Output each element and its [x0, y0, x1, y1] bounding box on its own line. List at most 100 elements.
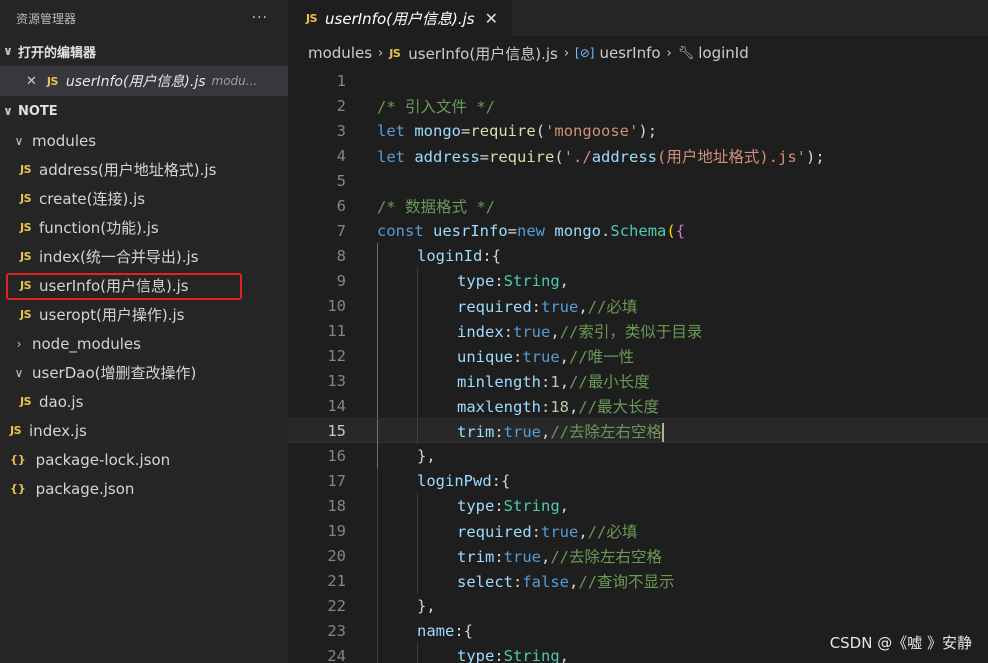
tree-file[interactable]: JS index(统一合并导出).js	[0, 242, 288, 271]
code-text: required:true,//必填	[457, 522, 638, 541]
js-file-icon: JS	[20, 163, 32, 176]
chevron-right-icon: ›	[378, 45, 384, 61]
code-text: trim:true,//去除左右空格	[457, 422, 665, 442]
code-line[interactable]: 1	[288, 68, 988, 93]
code-line[interactable]: 2 /* 引入文件 */	[288, 93, 988, 118]
indent-guide	[417, 393, 418, 418]
open-editor-item[interactable]: ✕ JS userInfo(用户信息).js modu...	[0, 66, 288, 96]
code-text: /* 引入文件 */	[377, 97, 495, 116]
explorer-header: 资源管理器 ···	[0, 0, 288, 36]
indent-guide	[417, 643, 418, 663]
tree-item-label: modules	[32, 131, 97, 150]
indent-guide	[377, 518, 378, 543]
code-line[interactable]: 21 select:false,//查询不显示	[288, 568, 988, 593]
breadcrumb-folder[interactable]: modules	[308, 44, 372, 62]
code-line[interactable]: 4 let address=require('./address(用户地址格式).…	[288, 143, 988, 168]
tree-folder[interactable]: ∨ userDao(增删查改操作)	[0, 358, 288, 387]
more-actions-icon[interactable]: ···	[252, 10, 268, 26]
js-file-icon: JS	[20, 221, 32, 234]
code-line[interactable]: 16},	[288, 443, 988, 468]
code-text: type:String,	[457, 496, 570, 515]
tree-file[interactable]: JS index.js	[0, 416, 288, 445]
code-line[interactable]: 13 minlength:1,//最小长度	[288, 368, 988, 393]
line-number: 20	[327, 546, 346, 565]
close-icon[interactable]: ✕	[26, 74, 37, 89]
code-text: maxlength:18,//最大长度	[457, 397, 660, 416]
tree-file[interactable]: {} package-lock.json	[0, 445, 288, 474]
code-text: type:String,	[457, 646, 570, 663]
tree-item-label: userDao(增删查改操作)	[32, 364, 197, 382]
tree-file[interactable]: JS create(连接).js	[0, 184, 288, 213]
code-text: /* 数据格式 */	[377, 197, 495, 216]
tab-bar: JS userInfo(用户信息).js ✕	[288, 0, 988, 36]
tree-item-label: useropt(用户操作).js	[39, 306, 185, 324]
line-number: 5	[336, 171, 346, 190]
tree-file[interactable]: JS userInfo(用户信息).js	[0, 271, 288, 300]
breadcrumb-file[interactable]: userInfo(用户信息).js	[408, 43, 558, 64]
code-line[interactable]: 3 let mongo=require('mongoose');	[288, 118, 988, 143]
tree-folder[interactable]: › node_modules	[0, 329, 288, 358]
indent-guide	[377, 468, 378, 493]
tree-file[interactable]: JS useropt(用户操作).js	[0, 300, 288, 329]
code-line[interactable]: 15 trim:true,//去除左右空格	[288, 418, 988, 444]
indent-guide	[377, 268, 378, 293]
code-line[interactable]: 5	[288, 168, 988, 193]
indent-guide	[417, 368, 418, 393]
code-text: minlength:1,//最小长度	[457, 372, 650, 391]
tab-label: userInfo(用户信息).js	[325, 9, 475, 28]
code-line[interactable]: 6 /* 数据格式 */	[288, 193, 988, 218]
chevron-right-icon: ›	[16, 336, 22, 351]
indent-guide	[417, 543, 418, 568]
js-file-icon: JS	[20, 308, 32, 321]
tab-userinfo[interactable]: JS userInfo(用户信息).js ✕	[288, 0, 512, 36]
code-line[interactable]: 8 loginId:{	[288, 243, 988, 268]
code-text: loginPwd:{	[417, 471, 511, 490]
code-line[interactable]: 9 type:String,	[288, 268, 988, 293]
tree-file[interactable]: JS address(用户地址格式).js	[0, 155, 288, 184]
code-line[interactable]: 11 index:true,//索引，类似于目录	[288, 318, 988, 343]
line-number: 17	[327, 471, 346, 490]
code-line[interactable]: 22},	[288, 593, 988, 618]
editor-pane: JS userInfo(用户信息).js ✕ modules › JS user…	[288, 0, 988, 663]
code-line[interactable]: 20 trim:true,//去除左右空格	[288, 543, 988, 568]
indent-guide	[377, 493, 378, 518]
line-number: 2	[336, 96, 346, 115]
tree-file[interactable]: JS dao.js	[0, 387, 288, 416]
code-line[interactable]: 10 required:true,//必填	[288, 293, 988, 318]
code-line[interactable]: 19 required:true,//必填	[288, 518, 988, 543]
line-number: 11	[327, 321, 346, 340]
tree-item-label: address(用户地址格式).js	[39, 161, 217, 179]
line-number: 12	[327, 346, 346, 365]
tree-item-label: package-lock.json	[35, 450, 171, 469]
tree-file[interactable]: {} package.json	[0, 474, 288, 503]
code-line[interactable]: 14 maxlength:18,//最大长度	[288, 393, 988, 418]
indent-guide	[377, 343, 378, 368]
project-section-header[interactable]: ∨ NOTE	[0, 96, 288, 126]
file-tree: ∨ modules JS address(用户地址格式).js JS create(连接)…	[0, 126, 288, 503]
close-icon[interactable]: ✕	[485, 9, 498, 28]
js-file-icon: JS	[389, 46, 401, 60]
explorer-title: 资源管理器	[16, 11, 77, 26]
code-text: index:true,//索引，类似于目录	[457, 322, 703, 341]
line-number: 8	[336, 246, 346, 265]
open-editors-section-header[interactable]: ∨ 打开的编辑器	[0, 36, 288, 66]
tree-folder[interactable]: ∨ modules	[0, 126, 288, 155]
json-file-icon: {}	[10, 482, 26, 495]
code-line[interactable]: 7 const uesrInfo=new mongo.Schema({	[288, 218, 988, 243]
breadcrumb-property[interactable]: loginId	[698, 44, 749, 62]
js-file-icon: JS	[46, 74, 59, 88]
code-text: required:true,//必填	[457, 297, 638, 316]
code-line[interactable]: 17 loginPwd:{	[288, 468, 988, 493]
code-line[interactable]: 12 unique:true,//唯一性	[288, 343, 988, 368]
js-file-icon: JS	[20, 395, 32, 408]
open-editor-filename: userInfo(用户信息).js	[65, 74, 206, 90]
breadcrumb-symbol[interactable]: uesrInfo	[599, 44, 660, 62]
js-file-icon: JS	[306, 11, 318, 25]
indent-guide	[377, 543, 378, 568]
code-area[interactable]: 1 2/* 引入文件 */3 let mongo=require('mongoose…	[288, 68, 988, 663]
tree-item-label: index.js	[29, 421, 87, 440]
code-line[interactable]: 18 type:String,	[288, 493, 988, 518]
indent-guide	[377, 368, 378, 393]
tree-item-label: index(统一合并导出).js	[39, 248, 199, 266]
tree-file[interactable]: JS function(功能).js	[0, 213, 288, 242]
